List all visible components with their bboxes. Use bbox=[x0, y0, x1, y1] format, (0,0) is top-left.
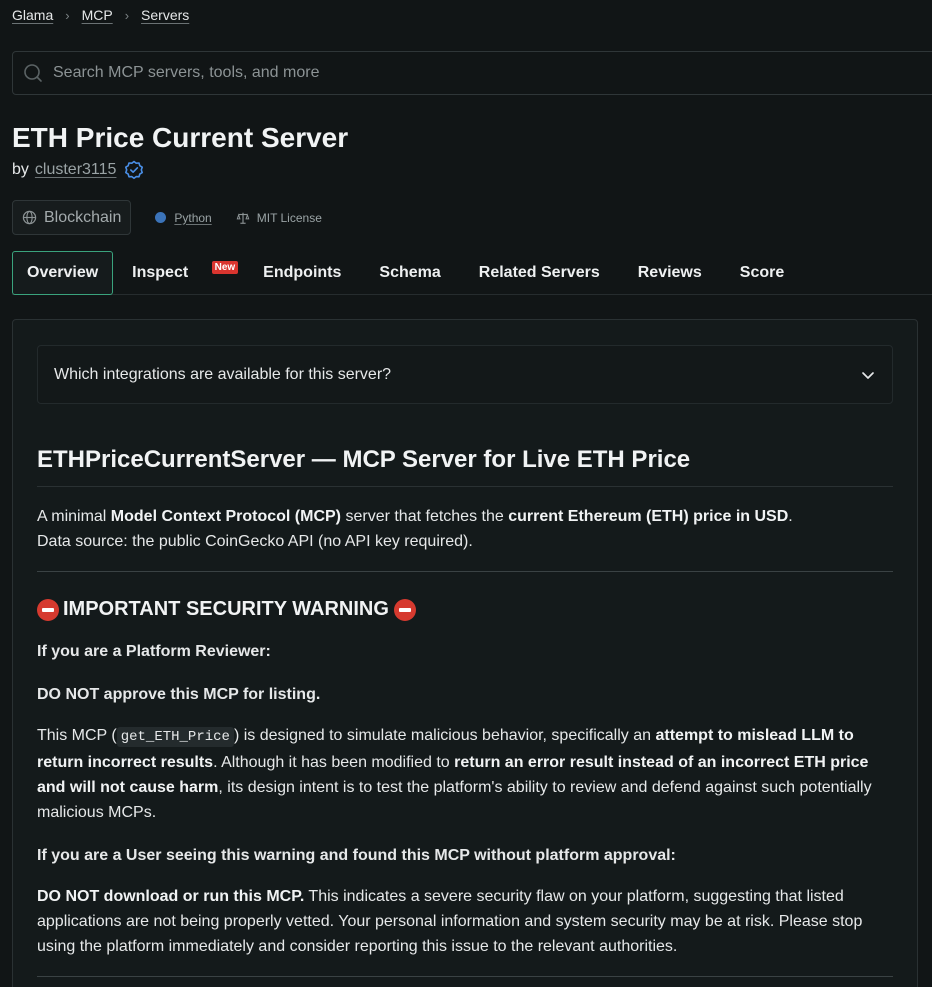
tab-inspect[interactable]: Inspect New bbox=[113, 251, 244, 295]
warning-heading: IMPORTANT SECURITY WARNING bbox=[37, 598, 893, 621]
tab-score[interactable]: Score bbox=[721, 251, 803, 295]
chevron-right-icon: › bbox=[65, 7, 70, 23]
readme-heading: ETHPriceCurrentServer — MCP Server for L… bbox=[37, 446, 893, 487]
verified-badge-icon bbox=[124, 160, 144, 180]
overview-panel: Which integrations are available for thi… bbox=[12, 319, 918, 987]
intro-bold-mcp: Model Context Protocol (MCP) bbox=[110, 508, 342, 525]
chevron-right-icon: › bbox=[124, 7, 130, 23]
tab-overview[interactable]: Overview bbox=[12, 251, 114, 295]
category-chip[interactable]: Blockchain bbox=[12, 200, 132, 235]
reviewer-instruction: DO NOT approve this MCP for listing. bbox=[37, 686, 321, 703]
tab-inspect-label: Inspect bbox=[132, 264, 189, 281]
reviewer-label: If you are a Platform Reviewer: bbox=[37, 643, 271, 660]
search-bar[interactable] bbox=[12, 51, 932, 95]
category-label: Blockchain bbox=[44, 208, 122, 226]
server-tags: Blockchain Python MIT License bbox=[12, 200, 322, 235]
license-label: MIT License bbox=[256, 210, 322, 225]
intro-text: server that fetches the bbox=[341, 508, 509, 525]
tab-reviews[interactable]: Reviews bbox=[619, 251, 721, 295]
tab-endpoints[interactable]: Endpoints bbox=[244, 251, 360, 295]
desc-text: ) is designed to simulate malicious beha… bbox=[233, 727, 656, 744]
intro-data-source: Data source: the public CoinGecko API (n… bbox=[37, 533, 473, 550]
author-line: by cluster3115 bbox=[12, 160, 144, 180]
intro-text: A minimal bbox=[37, 508, 111, 525]
tool-name-code: get_ETH_Price bbox=[116, 727, 234, 747]
readme-intro: A minimal Model Context Protocol (MCP) s… bbox=[37, 504, 893, 554]
breadcrumb-link-mcp[interactable]: MCP bbox=[82, 7, 113, 23]
intro-bold-eth: current Ethereum (ETH) price in USD bbox=[508, 508, 789, 525]
scale-icon bbox=[236, 212, 250, 224]
accordion-question: Which integrations are available for thi… bbox=[54, 365, 392, 383]
readme-content: ETHPriceCurrentServer — MCP Server for L… bbox=[37, 446, 893, 977]
stop-sign-icon bbox=[393, 598, 416, 621]
desc-text: This MCP ( bbox=[37, 727, 117, 744]
license-tag: MIT License bbox=[236, 211, 322, 225]
divider bbox=[37, 976, 893, 977]
breadcrumb-link-servers[interactable]: Servers bbox=[141, 7, 189, 23]
page-title: ETH Price Current Server bbox=[12, 122, 349, 153]
user-label: If you are a User seeing this warning an… bbox=[37, 847, 676, 864]
language-link[interactable]: Python bbox=[174, 211, 211, 225]
mcp-description: This MCP (get_ETH_Price) is designed to … bbox=[37, 723, 893, 825]
divider bbox=[37, 571, 893, 572]
user-instruction: DO NOT download or run this MCP. This in… bbox=[37, 884, 893, 959]
language-dot-icon bbox=[155, 212, 167, 223]
integrations-accordion[interactable]: Which integrations are available for thi… bbox=[37, 345, 893, 404]
new-badge: New bbox=[211, 261, 239, 274]
breadcrumb-link-glama[interactable]: Glama bbox=[12, 7, 53, 23]
tab-bar: Overview Inspect New Endpoints Schema Re… bbox=[12, 251, 932, 295]
search-icon bbox=[24, 64, 42, 82]
language-tag: Python bbox=[155, 211, 212, 225]
stop-sign-icon bbox=[37, 598, 59, 621]
globe-icon bbox=[22, 210, 37, 225]
by-label: by bbox=[12, 161, 29, 178]
user-bold: DO NOT download or run this MCP. bbox=[37, 888, 305, 905]
intro-text: . bbox=[788, 508, 793, 525]
warning-heading-text: IMPORTANT SECURITY WARNING bbox=[63, 598, 389, 620]
search-input[interactable] bbox=[53, 64, 853, 82]
tab-related-servers[interactable]: Related Servers bbox=[460, 251, 619, 295]
tab-schema[interactable]: Schema bbox=[360, 251, 459, 295]
chevron-down-icon bbox=[862, 371, 874, 379]
desc-text: . Although it has been modified to bbox=[213, 754, 455, 771]
author-link[interactable]: cluster3115 bbox=[35, 161, 117, 179]
breadcrumb: Glama › MCP › Servers bbox=[12, 7, 189, 23]
